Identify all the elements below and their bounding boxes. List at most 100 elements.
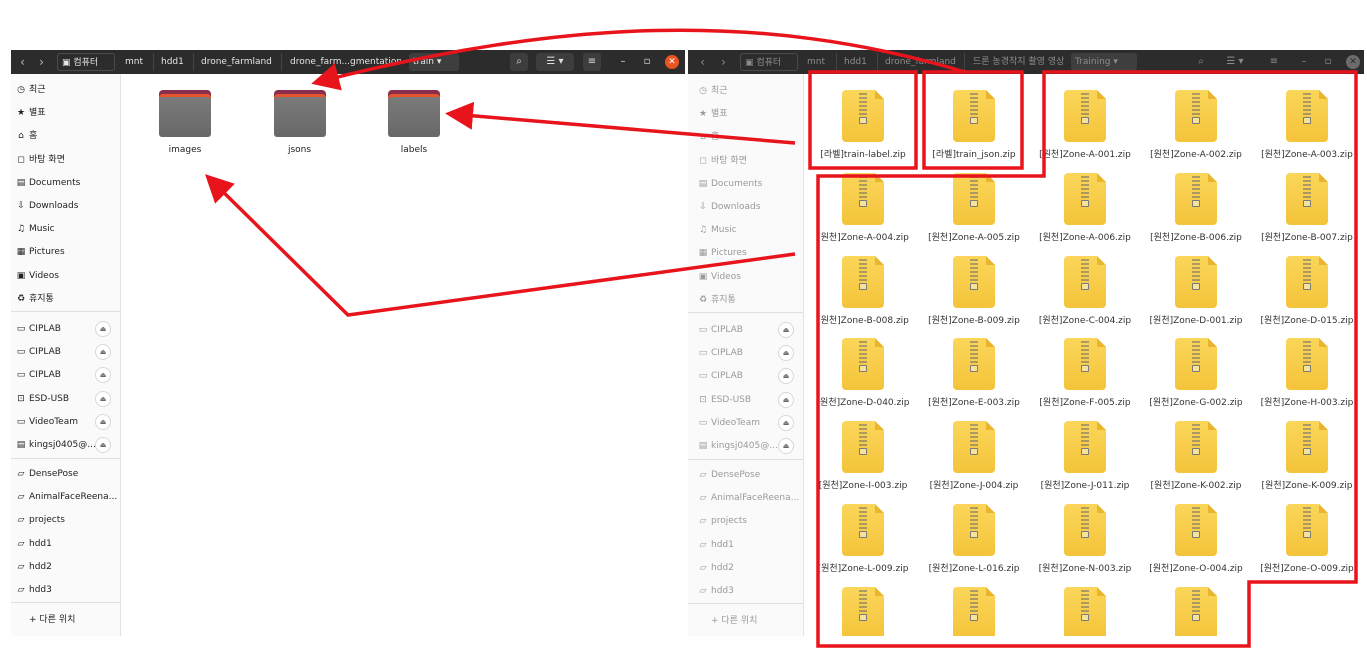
breadcrumb-mnt[interactable]: mnt: [803, 53, 831, 71]
zip-file-item[interactable]: [원천]Zone-B-009.zip: [919, 248, 1029, 328]
maximize-button[interactable]: ▫: [639, 53, 655, 71]
sidebar-item[interactable]: ⇩ Downloads: [11, 196, 120, 216]
eject-icon[interactable]: ⏏: [778, 438, 794, 454]
sidebar-item[interactable]: ▱ hdd2: [688, 558, 803, 578]
zip-file-item[interactable]: [원천]Zone-G-002.zip: [1141, 330, 1251, 410]
sidebar-item[interactable]: ⌂ 홈: [11, 126, 120, 146]
zip-file-item[interactable]: [919, 579, 1029, 636]
eject-icon[interactable]: ⏏: [95, 437, 111, 453]
sidebar-item[interactable]: ▱ DensePose: [688, 465, 803, 485]
zip-file-item[interactable]: [원천]Zone-K-009.zip: [1252, 413, 1362, 493]
zip-file-item[interactable]: [원천]Zone-C-004.zip: [1030, 248, 1140, 328]
sidebar-item[interactable]: ▤ kingsj0405@... ⏏: [688, 436, 803, 456]
folder-item[interactable]: labels: [386, 74, 442, 155]
folder-item[interactable]: images: [157, 74, 213, 155]
breadcrumb-drone-farmland[interactable]: drone_farmland: [881, 53, 957, 71]
breadcrumb-segmentation[interactable]: drone_farm...gmentation: [286, 53, 401, 71]
zip-file-item[interactable]: [원천]Zone-A-006.zip: [1030, 165, 1140, 245]
sidebar-item[interactable]: ▱ AnimalFaceReena...: [11, 487, 120, 507]
breadcrumb-training[interactable]: Training ▾: [1071, 53, 1137, 71]
sidebar-item[interactable]: ▱ AnimalFaceReena...: [688, 488, 803, 508]
breadcrumb-drone-video[interactable]: 드론 농경작지 촬영 영상: [969, 53, 1064, 71]
menu-button[interactable]: ≡: [1266, 53, 1282, 71]
view-toggle-button[interactable]: ☰ ▾: [1218, 53, 1252, 71]
sidebar-item[interactable]: ▤ Documents: [11, 173, 120, 193]
zip-file-item[interactable]: [원천]Zone-H-003.zip: [1252, 330, 1362, 410]
eject-icon[interactable]: ⏏: [95, 321, 111, 337]
zip-file-item[interactable]: [원천]Zone-J-011.zip: [1030, 413, 1140, 493]
zip-file-item[interactable]: [원천]Zone-I-003.zip: [808, 413, 918, 493]
forward-button[interactable]: ›: [33, 53, 50, 71]
zip-file-item[interactable]: [원천]Zone-L-009.zip: [808, 496, 918, 576]
breadcrumb-mnt[interactable]: mnt: [121, 53, 149, 71]
sidebar-item[interactable]: ▱ projects: [688, 511, 803, 531]
view-toggle-button[interactable]: ☰ ▾: [536, 53, 574, 71]
back-button[interactable]: ‹: [694, 53, 711, 71]
sidebar-item[interactable]: ⇩ Downloads: [688, 197, 803, 217]
sidebar-item[interactable]: ▭ CIPLAB ⏏: [688, 320, 803, 340]
search-button[interactable]: ⌕: [1193, 53, 1209, 71]
sidebar-item[interactable]: ◻ 바탕 화면: [11, 150, 120, 170]
sidebar-item[interactable]: + 다른 위치: [11, 610, 120, 630]
back-button[interactable]: ‹: [14, 53, 31, 71]
breadcrumb-hdd1[interactable]: hdd1: [157, 53, 189, 71]
maximize-button[interactable]: ▫: [1320, 53, 1336, 71]
sidebar-item[interactable]: ♻ 휴지통: [11, 289, 120, 309]
forward-button[interactable]: ›: [715, 53, 732, 71]
sidebar-item[interactable]: ▭ VideoTeam ⏏: [11, 412, 120, 432]
eject-icon[interactable]: ⏏: [778, 322, 794, 338]
eject-icon[interactable]: ⏏: [778, 345, 794, 362]
sidebar-item[interactable]: ▦ Pictures: [688, 243, 803, 263]
breadcrumb-computer[interactable]: ▣ 컴퓨터: [740, 53, 798, 71]
search-button[interactable]: ⌕: [510, 53, 528, 71]
sidebar-item[interactable]: ▭ CIPLAB ⏏: [688, 366, 803, 386]
close-button[interactable]: ✕: [665, 55, 679, 69]
sidebar-item[interactable]: ▱ projects: [11, 510, 120, 530]
zip-file-item[interactable]: [원천]Zone-A-005.zip: [919, 165, 1029, 245]
sidebar-item[interactable]: ▭ CIPLAB ⏏: [11, 342, 120, 362]
sidebar-item[interactable]: ★ 별표: [688, 104, 803, 124]
eject-icon[interactable]: ⏏: [95, 344, 111, 361]
sidebar-item[interactable]: ▣ Videos: [688, 267, 803, 287]
eject-icon[interactable]: ⏏: [778, 368, 794, 385]
eject-icon[interactable]: ⏏: [95, 367, 111, 384]
zip-file-item[interactable]: [원천]Zone-A-002.zip: [1141, 82, 1251, 162]
zip-file-item[interactable]: [1141, 579, 1251, 636]
eject-icon[interactable]: ⏏: [95, 413, 111, 430]
zip-file-item[interactable]: [원천]Zone-F-005.zip: [1030, 330, 1140, 410]
sidebar-item[interactable]: + 다른 위치: [688, 611, 803, 631]
zip-file-item[interactable]: [원천]Zone-E-003.zip: [919, 330, 1029, 410]
breadcrumb-hdd1[interactable]: hdd1: [840, 53, 872, 71]
eject-icon[interactable]: ⏏: [778, 414, 794, 431]
zip-file-item[interactable]: [원천]Zone-D-001.zip: [1141, 248, 1251, 328]
zip-file-item[interactable]: [원천]Zone-B-008.zip: [808, 248, 918, 328]
zip-file-item[interactable]: [라벨]train_json.zip: [919, 82, 1029, 162]
zip-file-item[interactable]: [원천]Zone-N-003.zip: [1030, 496, 1140, 576]
sidebar-item[interactable]: ♫ Music: [688, 220, 803, 240]
zip-file-item[interactable]: [원천]Zone-A-001.zip: [1030, 82, 1140, 162]
zip-file-item[interactable]: [원천]Zone-B-006.zip: [1141, 165, 1251, 245]
sidebar-item[interactable]: ▱ DensePose: [11, 464, 120, 484]
eject-icon[interactable]: ⏏: [778, 391, 794, 408]
minimize-button[interactable]: –: [1296, 53, 1312, 71]
sidebar-item[interactable]: ★ 별표: [11, 103, 120, 123]
zip-file-item[interactable]: [라벨]train-label.zip: [808, 82, 918, 162]
zip-file-item[interactable]: [원천]Zone-O-009.zip: [1252, 496, 1362, 576]
sidebar-item[interactable]: ⊡ ESD-USB ⏏: [688, 390, 803, 410]
zip-file-item[interactable]: [원천]Zone-D-040.zip: [808, 330, 918, 410]
sidebar-item[interactable]: ▭ CIPLAB ⏏: [11, 365, 120, 385]
sidebar-item[interactable]: ▭ VideoTeam ⏏: [688, 413, 803, 433]
breadcrumb-computer[interactable]: ▣ 컴퓨터: [57, 53, 115, 71]
breadcrumb-drone-farmland[interactable]: drone_farmland: [197, 53, 277, 71]
zip-file-item[interactable]: [808, 579, 918, 636]
sidebar-item[interactable]: ♻ 휴지통: [688, 290, 803, 310]
zip-file-item[interactable]: [원천]Zone-D-015.zip: [1252, 248, 1362, 328]
minimize-button[interactable]: –: [615, 53, 631, 71]
sidebar-item[interactable]: ♫ Music: [11, 219, 120, 239]
zip-file-item[interactable]: [1030, 579, 1140, 636]
sidebar-item[interactable]: ▱ hdd3: [688, 581, 803, 601]
close-button[interactable]: ✕: [1346, 55, 1360, 69]
sidebar-item[interactable]: ▱ hdd1: [688, 535, 803, 555]
zip-file-item[interactable]: [원천]Zone-K-002.zip: [1141, 413, 1251, 493]
sidebar-item[interactable]: ◷ 최근: [11, 80, 120, 100]
